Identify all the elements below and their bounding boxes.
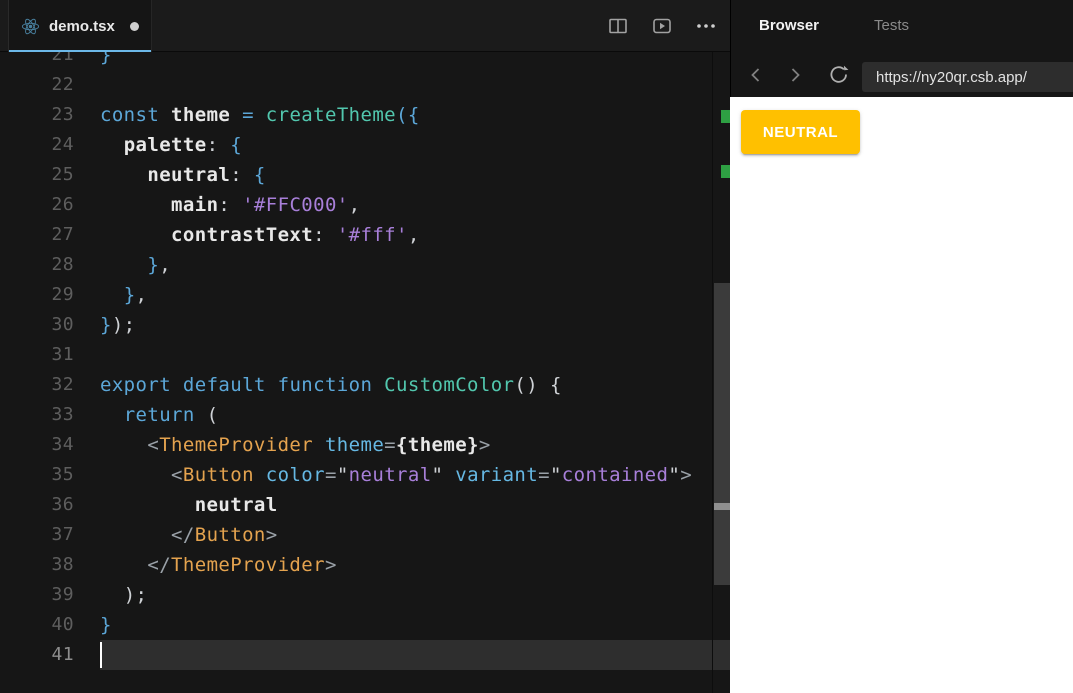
code-line[interactable]: 30}); <box>0 310 730 340</box>
line-number[interactable]: 32 <box>0 370 74 400</box>
browser-panel-header: Browser Tests <box>730 0 1073 97</box>
code-text: palette: { <box>123 134 243 156</box>
code-text: main: '#FFC000', <box>171 194 361 216</box>
line-number[interactable]: 36 <box>0 490 74 520</box>
tab-tests[interactable]: Tests <box>874 17 909 34</box>
code-line[interactable]: 28 }, <box>0 250 730 280</box>
code-line[interactable]: 40} <box>0 610 730 640</box>
back-icon[interactable] <box>749 66 762 84</box>
line-number[interactable]: 34 <box>0 430 74 460</box>
line-number[interactable]: 31 <box>0 340 74 370</box>
line-number[interactable]: 24 <box>0 130 74 160</box>
code-line[interactable]: 37 </Button> <box>0 520 730 550</box>
code-text: } <box>100 614 112 636</box>
ruler-cursor-mark <box>714 503 730 510</box>
overview-ruler[interactable] <box>712 52 730 693</box>
code-line[interactable]: 25 neutral: { <box>0 160 730 190</box>
code-line[interactable]: 23 const theme = createTheme({ <box>0 100 730 130</box>
code-line[interactable]: 39 ); <box>0 580 730 610</box>
reload-icon[interactable] <box>828 64 849 85</box>
tab-browser[interactable]: Browser <box>759 17 819 34</box>
code-text: }, <box>123 284 148 306</box>
code-text: neutral: { <box>147 164 266 186</box>
git-added-mark <box>721 165 730 178</box>
code-text: neutral <box>194 494 278 516</box>
text-cursor <box>100 642 102 668</box>
code-lines: 21} 22 23 const theme = createTheme({24 pal… <box>0 52 730 670</box>
code-line[interactable]: 41 <box>0 640 730 670</box>
line-number[interactable]: 33 <box>0 400 74 430</box>
code-text: }, <box>147 254 172 276</box>
line-number[interactable]: 38 <box>0 550 74 580</box>
run-icon[interactable] <box>652 17 672 35</box>
line-number[interactable]: 23 <box>0 100 74 130</box>
code-line[interactable]: 31 <box>0 340 730 370</box>
line-number[interactable]: 40 <box>0 610 74 640</box>
code-editor: demo.tsx 21} 22 23 const theme = create… <box>0 0 730 693</box>
line-number[interactable]: 35 <box>0 460 74 490</box>
code-text: contrastText: '#fff', <box>171 224 420 246</box>
split-view-icon[interactable] <box>608 17 628 35</box>
line-number[interactable]: 25 <box>0 160 74 190</box>
git-added-mark <box>721 110 730 123</box>
browser-preview: NEUTRAL <box>730 97 1073 693</box>
react-icon <box>21 17 40 36</box>
code-line[interactable]: 32 export default function CustomColor() … <box>0 370 730 400</box>
code-text: } <box>100 52 112 66</box>
line-number[interactable]: 30 <box>0 310 74 340</box>
code-line[interactable]: 34 <ThemeProvider theme={theme}> <box>0 430 730 460</box>
code-line[interactable]: 38 </ThemeProvider> <box>0 550 730 580</box>
code-line[interactable]: 27 contrastText: '#fff', <box>0 220 730 250</box>
code-text: export default function CustomColor() { <box>100 374 562 396</box>
code-text: }); <box>100 314 136 336</box>
code-line[interactable]: 26 main: '#FFC000', <box>0 190 730 220</box>
code-line[interactable]: 24 palette: { <box>0 130 730 160</box>
editor-actions <box>608 0 716 52</box>
url-input[interactable] <box>862 62 1073 92</box>
line-number[interactable]: 39 <box>0 580 74 610</box>
code-text: <Button color="neutral" variant="contain… <box>171 464 693 486</box>
code-text: </Button> <box>171 524 278 546</box>
code-area[interactable]: 21} 22 23 const theme = createTheme({24 pal… <box>0 52 730 693</box>
code-line[interactable]: 21} <box>0 52 730 70</box>
more-icon[interactable] <box>696 23 716 29</box>
code-text: </ThemeProvider> <box>147 554 337 576</box>
code-line[interactable]: 29 }, <box>0 280 730 310</box>
line-number[interactable]: 29 <box>0 280 74 310</box>
code-line[interactable]: 36 neutral <box>0 490 730 520</box>
code-text: const theme = createTheme({ <box>100 104 420 126</box>
code-line[interactable]: 22 <box>0 70 730 100</box>
line-number[interactable]: 21 <box>0 52 74 70</box>
line-number[interactable]: 26 <box>0 190 74 220</box>
forward-icon[interactable] <box>789 66 802 84</box>
editor-tab-bar: demo.tsx <box>0 0 730 52</box>
code-line[interactable]: 35 <Button color="neutral" variant="cont… <box>0 460 730 490</box>
scrollbar-thumb[interactable] <box>714 283 730 585</box>
browser-panel: Browser Tests NEUTRAL <box>730 0 1073 693</box>
unsaved-changes-dot <box>130 21 139 31</box>
code-text: <ThemeProvider theme={theme}> <box>147 434 491 456</box>
code-text: return ( <box>123 404 219 426</box>
codesandbox-window: demo.tsx 21} 22 23 const theme = create… <box>0 0 1073 693</box>
line-number[interactable]: 28 <box>0 250 74 280</box>
line-number[interactable]: 41 <box>0 640 74 670</box>
editor-tab-demo-tsx[interactable]: demo.tsx <box>8 0 152 52</box>
line-number[interactable]: 22 <box>0 70 74 100</box>
neutral-button[interactable]: NEUTRAL <box>741 110 860 154</box>
line-number[interactable]: 37 <box>0 520 74 550</box>
line-number[interactable]: 27 <box>0 220 74 250</box>
code-text: ); <box>123 584 148 606</box>
tab-filename: demo.tsx <box>49 17 115 35</box>
code-line[interactable]: 33 return ( <box>0 400 730 430</box>
